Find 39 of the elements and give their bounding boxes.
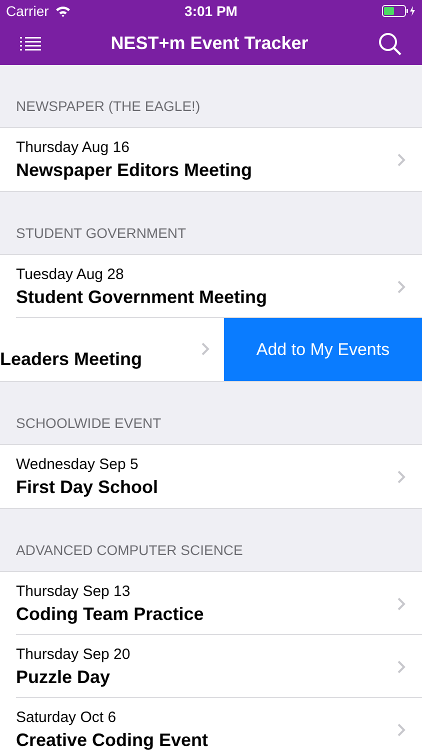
search-icon[interactable] — [378, 32, 402, 56]
event-title: First Day School — [16, 476, 160, 498]
event-title: Newspaper Editors Meeting — [16, 158, 254, 182]
event-row[interactable]: Wednesday Sep 5 First Day School — [0, 445, 422, 508]
nav-title: NEST+m Event Tracker — [110, 32, 308, 55]
wifi-icon — [54, 5, 71, 17]
section-header: ADVANCED COMPUTER SCIENCE — [16, 541, 243, 560]
event-title: Leaders Meeting — [0, 348, 142, 370]
chevron-icon — [397, 280, 406, 294]
event-row[interactable]: Thursday Sep 20 Puzzle Day — [0, 635, 422, 698]
add-to-my-events-button[interactable]: Add to My Events — [224, 318, 422, 381]
event-date: Wednesday Sep 5 — [16, 454, 140, 474]
event-title: Student Government Meeting — [16, 286, 268, 308]
event-date: Saturday Oct 6 — [16, 708, 118, 728]
event-date: Thursday Aug 16 — [16, 138, 130, 158]
event-date: Thursday Sep 20 — [16, 644, 132, 664]
chevron-icon — [397, 722, 406, 736]
carrier-label: Carrier — [6, 2, 49, 20]
chevron-icon — [397, 470, 406, 484]
section-header: NEWSPAPER (THE EAGLE!) — [16, 97, 200, 116]
event-title: Creative Coding Event — [16, 728, 210, 750]
section-header: SCHOOLWIDE EVENT — [16, 414, 162, 433]
event-row[interactable]: Thursday Sep 13 Coding Team Practice — [0, 572, 422, 635]
menu-icon[interactable] — [20, 36, 41, 51]
event-row[interactable]: Thursday Aug 16 Newspaper Editors Meeting — [0, 128, 422, 191]
event-row[interactable]: Tuesday Aug 28 Student Government Meeting — [0, 255, 422, 318]
event-date: Tuesday Aug 28 — [16, 264, 125, 284]
event-row[interactable]: Leaders Meeting — [0, 318, 224, 381]
event-title: Coding Team Practice — [16, 602, 205, 626]
section-header: STUDENT GOVERNMENT — [16, 224, 186, 243]
event-row[interactable]: Saturday Oct 6 Creative Coding Event — [0, 698, 422, 750]
chevron-icon — [201, 342, 210, 356]
event-date: Thursday Sep 13 — [16, 582, 132, 602]
event-title: Puzzle Day — [16, 666, 112, 688]
status-time: 3:01 PM — [184, 2, 238, 20]
chevron-icon — [397, 660, 406, 674]
battery-icon — [382, 5, 416, 17]
chevron-icon — [397, 596, 406, 610]
chevron-icon — [397, 152, 406, 166]
